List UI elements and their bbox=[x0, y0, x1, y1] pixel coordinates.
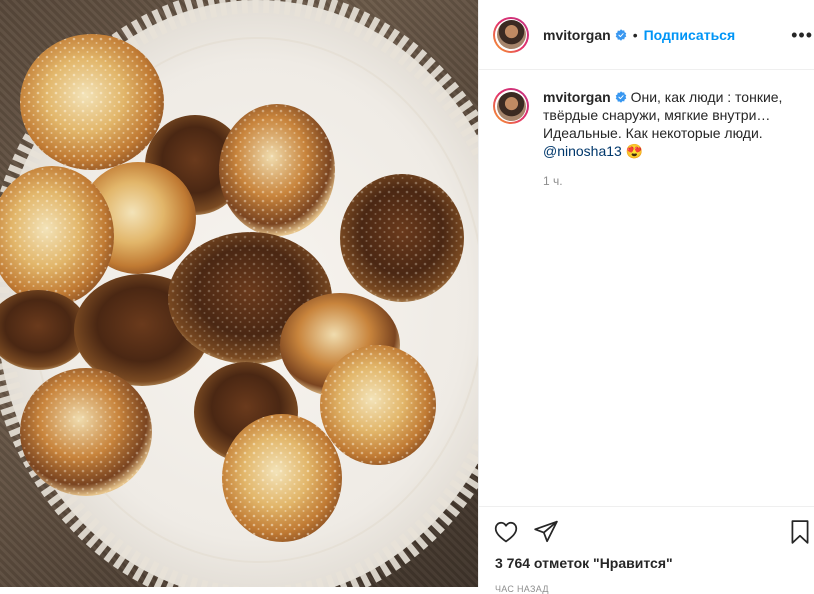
author-username[interactable]: mvitorgan bbox=[543, 27, 611, 43]
caption-text: mvitorgan Они, как люди : тонкие, твёрды… bbox=[543, 88, 813, 160]
caption-username[interactable]: mvitorgan bbox=[543, 89, 611, 105]
post-actions: 3 764 отметок "Нравится" ЧАС НАЗАД bbox=[479, 506, 814, 594]
author-avatar[interactable] bbox=[493, 16, 529, 53]
avatar-photo bbox=[496, 91, 526, 121]
post-caption: mvitorgan Они, как люди : тонкие, твёрды… bbox=[479, 70, 814, 160]
separator-dot: • bbox=[632, 26, 638, 43]
avatar-photo bbox=[496, 20, 526, 49]
post-time-ago[interactable]: ЧАС НАЗАД bbox=[479, 571, 814, 594]
caption-line-1: Они, как люди : тонкие, bbox=[630, 89, 783, 105]
caption-author-avatar[interactable] bbox=[493, 88, 529, 124]
likes-count[interactable]: 3 764 отметок "Нравится" bbox=[479, 547, 814, 571]
mention-link[interactable]: @ninosha13 bbox=[543, 143, 622, 159]
heart-icon[interactable] bbox=[493, 519, 519, 545]
caption-timestamp[interactable]: 1 ч. bbox=[543, 174, 814, 188]
verified-badge-icon bbox=[615, 28, 626, 41]
post-header: mvitorgan • Подписаться ••• bbox=[479, 0, 814, 70]
paper-plane-icon[interactable] bbox=[533, 519, 559, 545]
verified-badge-icon bbox=[615, 91, 626, 103]
emoji-heart-eyes: 😍 bbox=[625, 143, 644, 159]
caption-line-2: твёрдые снаружи, мягкие внутри… bbox=[543, 107, 771, 123]
action-icons bbox=[479, 507, 814, 547]
bookmark-icon[interactable] bbox=[787, 519, 813, 545]
follow-button[interactable]: Подписаться bbox=[644, 27, 736, 43]
post-photo[interactable] bbox=[0, 0, 478, 587]
post-side-panel: mvitorgan • Подписаться ••• mvitorgan Он… bbox=[478, 0, 814, 594]
more-horizontal-icon[interactable]: ••• bbox=[791, 26, 813, 44]
caption-line-3: Идеальные. Как некоторые люди. bbox=[543, 125, 763, 141]
plate-with-syrniki-image bbox=[0, 0, 478, 587]
instagram-post: mvitorgan • Подписаться ••• mvitorgan Он… bbox=[0, 0, 814, 594]
